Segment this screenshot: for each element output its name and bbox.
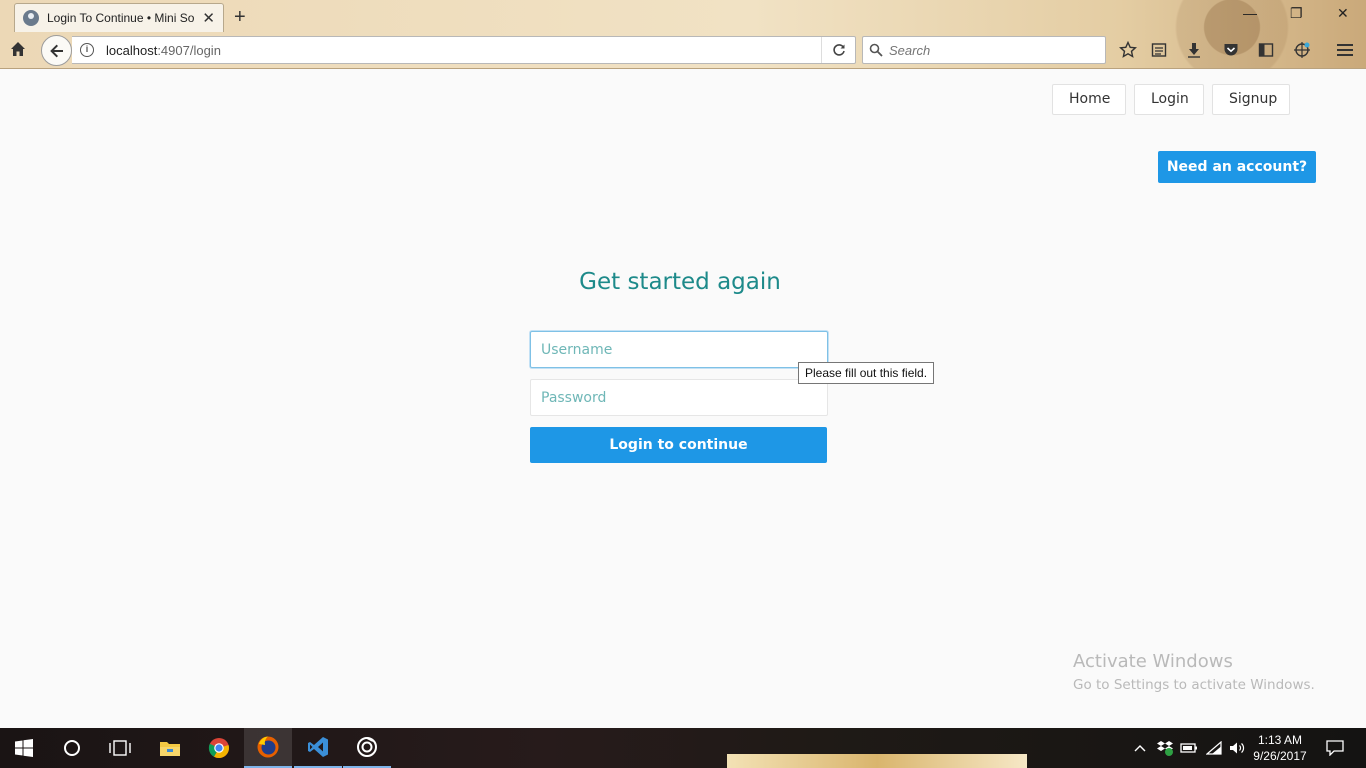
action-center-icon[interactable]: [1320, 728, 1350, 768]
vscode-icon[interactable]: [294, 728, 342, 768]
browser-tab[interactable]: Login To Continue • Mini So ✕: [14, 3, 224, 32]
url-path: :4907/login: [157, 42, 221, 58]
file-explorer-icon[interactable]: [146, 728, 194, 768]
watermark-title: Activate Windows: [1073, 651, 1233, 672]
back-arrow-icon: [49, 44, 63, 57]
info-icon[interactable]: i: [80, 43, 94, 57]
reload-icon[interactable]: [821, 37, 855, 63]
pocket-icon[interactable]: [1221, 40, 1241, 60]
groove-icon[interactable]: [343, 728, 391, 768]
favicon-icon: [23, 10, 39, 26]
page-content: Home Login Signup Need an account? Get s…: [0, 69, 1366, 728]
restore-icon[interactable]: ❐: [1290, 5, 1303, 22]
chrome-icon[interactable]: [195, 728, 243, 768]
home-icon[interactable]: [10, 41, 26, 57]
password-input[interactable]: [530, 379, 828, 416]
back-button[interactable]: [41, 35, 72, 66]
url-text[interactable]: localhost:4907/login: [106, 43, 821, 58]
cortana-icon[interactable]: [48, 728, 96, 768]
taskbar-window-preview: [727, 754, 1027, 768]
nav-signup-link[interactable]: Signup: [1212, 84, 1290, 115]
clock-date: 9/26/2017: [1253, 749, 1307, 763]
clock-time: 1:13 AM: [1257, 733, 1303, 747]
navigation-toolbar: i localhost:4907/login: [0, 32, 1366, 68]
search-input[interactable]: [889, 42, 1089, 58]
nav-home-link[interactable]: Home: [1052, 84, 1126, 115]
tab-title: Login To Continue • Mini So: [47, 11, 195, 25]
login-submit-button[interactable]: Login to continue: [530, 427, 827, 463]
username-input[interactable]: [530, 331, 828, 368]
search-icon: [869, 43, 883, 57]
close-tab-icon[interactable]: ✕: [202, 9, 215, 27]
task-view-icon[interactable]: [96, 728, 144, 768]
new-tab-icon[interactable]: +: [234, 6, 246, 29]
login-heading: Get started again: [579, 269, 781, 295]
menu-icon[interactable]: [1335, 40, 1355, 60]
download-icon[interactable]: [1184, 40, 1204, 60]
watermark-subtitle: Go to Settings to activate Windows.: [1073, 677, 1315, 693]
browser-chrome: Login To Continue • Mini So ✕ + — ❐ ✕ i …: [0, 0, 1366, 69]
dropbox-icon[interactable]: [1154, 728, 1176, 768]
extension-icon[interactable]: [1292, 40, 1312, 60]
sidebar-icon[interactable]: [1256, 40, 1276, 60]
activate-windows-watermark: Activate Windows Go to Settings to activ…: [1073, 651, 1315, 693]
need-account-button[interactable]: Need an account?: [1158, 151, 1316, 183]
battery-icon[interactable]: [1178, 728, 1200, 768]
windows-taskbar: 1:13 AM 9/26/2017: [0, 728, 1366, 768]
bookmark-star-icon[interactable]: [1118, 40, 1138, 60]
search-bar[interactable]: [862, 36, 1106, 64]
validation-tooltip: Please fill out this field.: [798, 362, 935, 384]
close-window-icon[interactable]: ✕: [1337, 5, 1349, 22]
wifi-icon[interactable]: [1203, 728, 1225, 768]
windows-start-icon[interactable]: [0, 728, 48, 768]
minimize-icon[interactable]: —: [1243, 5, 1257, 21]
address-bar[interactable]: i localhost:4907/login: [72, 36, 856, 64]
show-hidden-icons[interactable]: [1130, 728, 1150, 768]
firefox-icon[interactable]: [244, 728, 292, 768]
system-clock[interactable]: 1:13 AM 9/26/2017: [1250, 732, 1310, 764]
url-host: localhost: [106, 42, 158, 58]
nav-login-link[interactable]: Login: [1134, 84, 1204, 115]
volume-icon[interactable]: [1226, 728, 1248, 768]
library-icon[interactable]: [1149, 40, 1169, 60]
